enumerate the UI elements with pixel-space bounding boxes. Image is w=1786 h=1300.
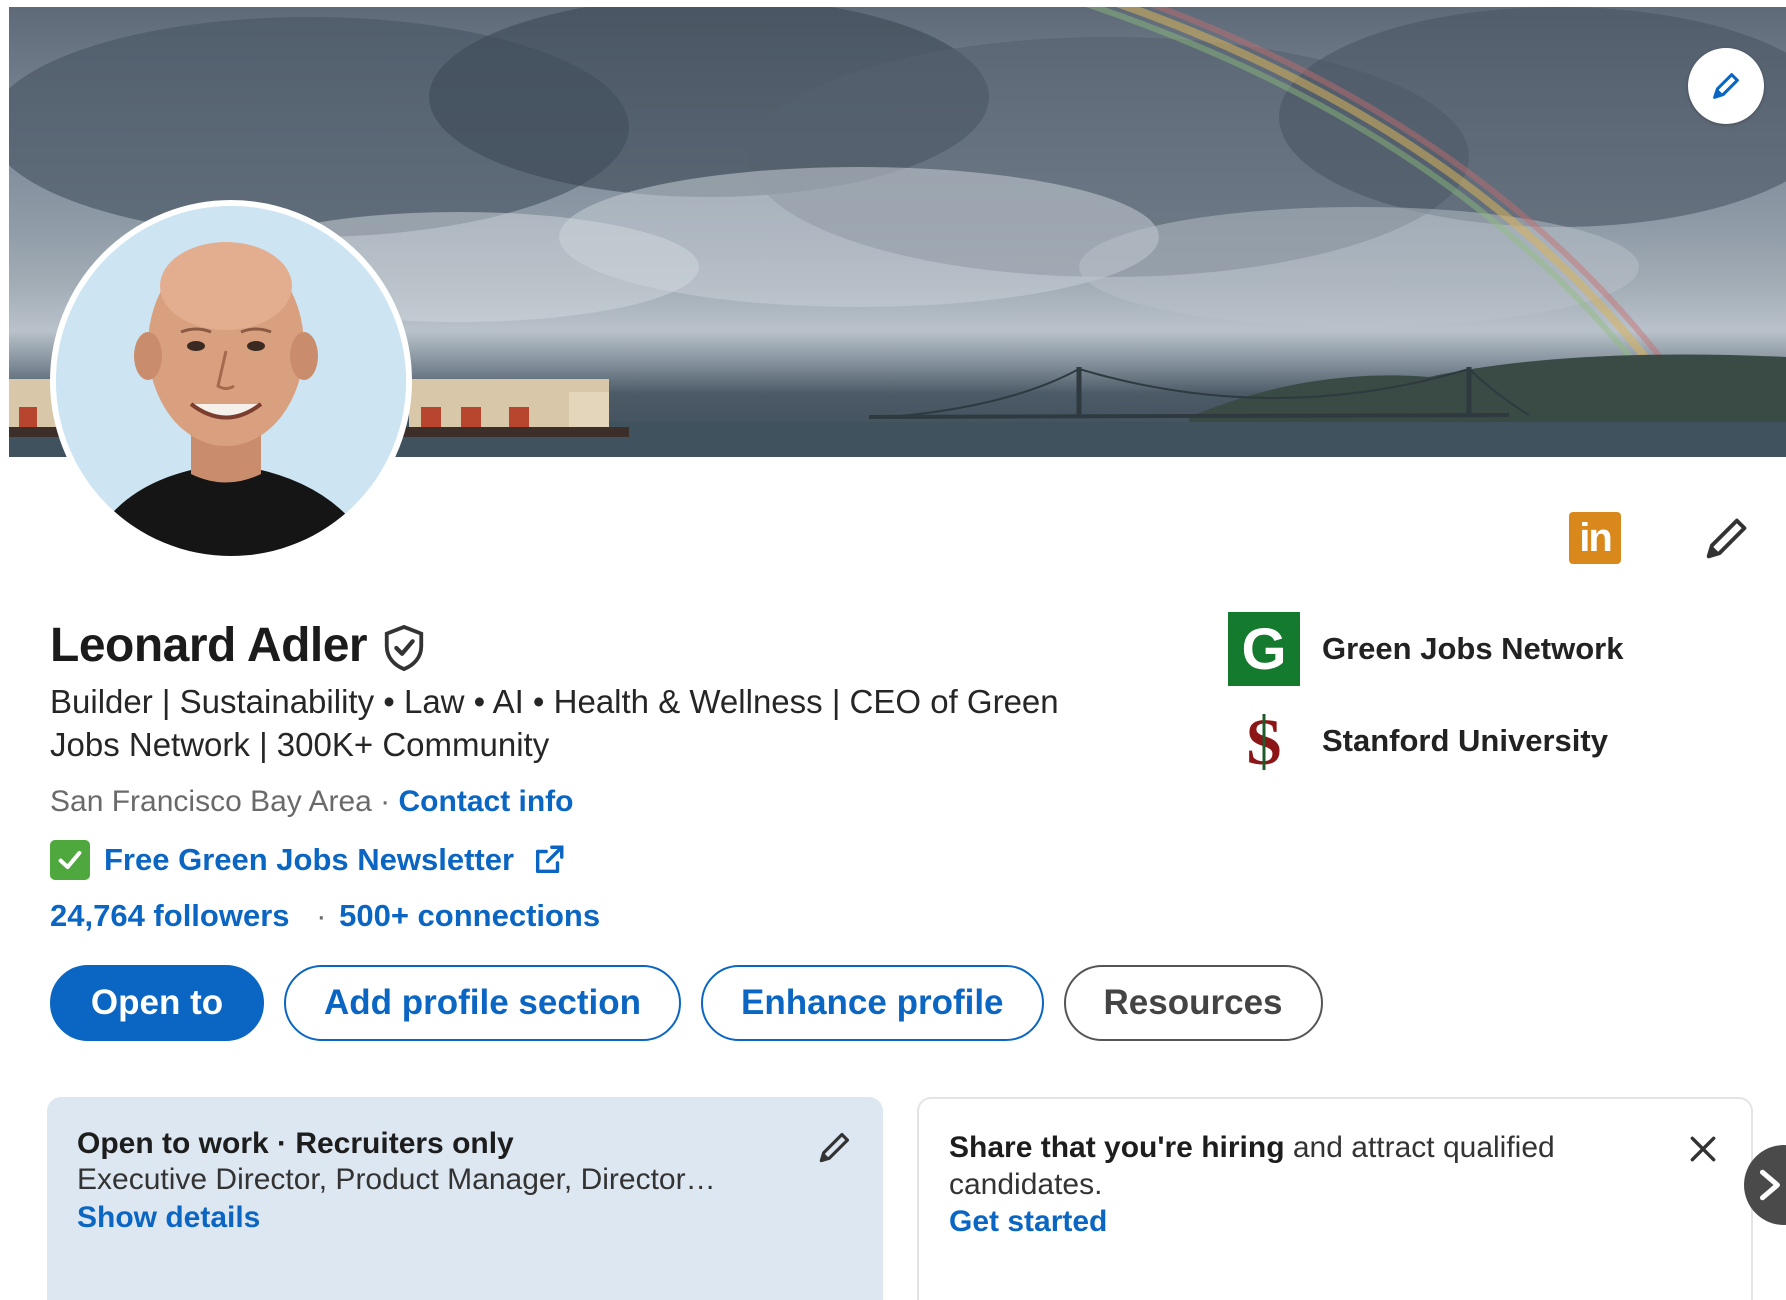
check-box-icon xyxy=(50,840,90,880)
contact-info-link[interactable]: Contact info xyxy=(399,785,574,818)
profile-headline: Builder | Sustainability • Law • AI • He… xyxy=(50,683,1059,763)
org-name: Green Jobs Network xyxy=(1322,631,1624,666)
get-started-link[interactable]: Get started xyxy=(949,1205,1721,1239)
connections-link[interactable]: 500+ connections xyxy=(339,898,600,933)
open-to-work-roles: Executive Director, Product Manager, Dir… xyxy=(77,1163,716,1196)
org-green-jobs-network[interactable]: G Green Jobs Network xyxy=(1228,612,1623,686)
linkedin-icon[interactable]: in xyxy=(1569,512,1621,564)
edit-intro-pencil-icon[interactable] xyxy=(1700,513,1752,565)
hiring-card: Share that you're hiring and attract qua… xyxy=(917,1097,1753,1300)
organizations-list: G Green Jobs Network S Stanford Universi… xyxy=(1228,612,1623,796)
location-separator: · xyxy=(380,785,391,818)
stats-separator: · xyxy=(316,898,327,933)
hiring-text: Share that you're hiring and attract qua… xyxy=(949,1129,1649,1203)
resources-button[interactable]: Resources xyxy=(1063,965,1323,1041)
shield-check-icon[interactable] xyxy=(381,623,427,673)
edit-open-to-work-pencil-icon[interactable] xyxy=(815,1129,853,1167)
org-name: Stanford University xyxy=(1322,723,1608,758)
org-stanford-university[interactable]: S Stanford University xyxy=(1228,704,1623,778)
stanford-logo: S xyxy=(1228,704,1300,778)
external-link-icon xyxy=(536,845,564,874)
show-details-link[interactable]: Show details xyxy=(77,1201,853,1235)
enhance-profile-button[interactable]: Enhance profile xyxy=(700,965,1044,1041)
network-stats: 24,764 followers · 500+ connections xyxy=(50,898,600,934)
profile-actions: Open to Add profile section Enhance prof… xyxy=(50,965,1343,1041)
pencil-icon xyxy=(1713,73,1739,99)
open-to-work-title: Open to work · Recruiters only xyxy=(77,1127,514,1160)
location-row: San Francisco Bay Area · Contact info xyxy=(50,785,574,819)
add-profile-section-button[interactable]: Add profile section xyxy=(284,965,681,1041)
open-to-work-card: Open to work · Recruiters only Executive… xyxy=(47,1097,883,1300)
chevron-right-icon xyxy=(1759,1169,1780,1201)
newsletter-label: Free Green Jobs Newsletter xyxy=(104,842,515,877)
followers-link[interactable]: 24,764 followers xyxy=(50,898,290,933)
profile-name: Leonard Adler xyxy=(50,619,368,672)
green-jobs-network-logo: G xyxy=(1228,612,1300,686)
close-icon[interactable] xyxy=(1687,1133,1719,1165)
avatar xyxy=(56,206,406,556)
edit-cover-button[interactable] xyxy=(1688,48,1764,124)
hiring-bold-text: Share that you're hiring xyxy=(949,1131,1285,1164)
open-to-button[interactable]: Open to xyxy=(50,965,264,1041)
newsletter-link[interactable]: Free Green Jobs Newsletter xyxy=(50,840,566,880)
location-text: San Francisco Bay Area xyxy=(50,785,372,818)
